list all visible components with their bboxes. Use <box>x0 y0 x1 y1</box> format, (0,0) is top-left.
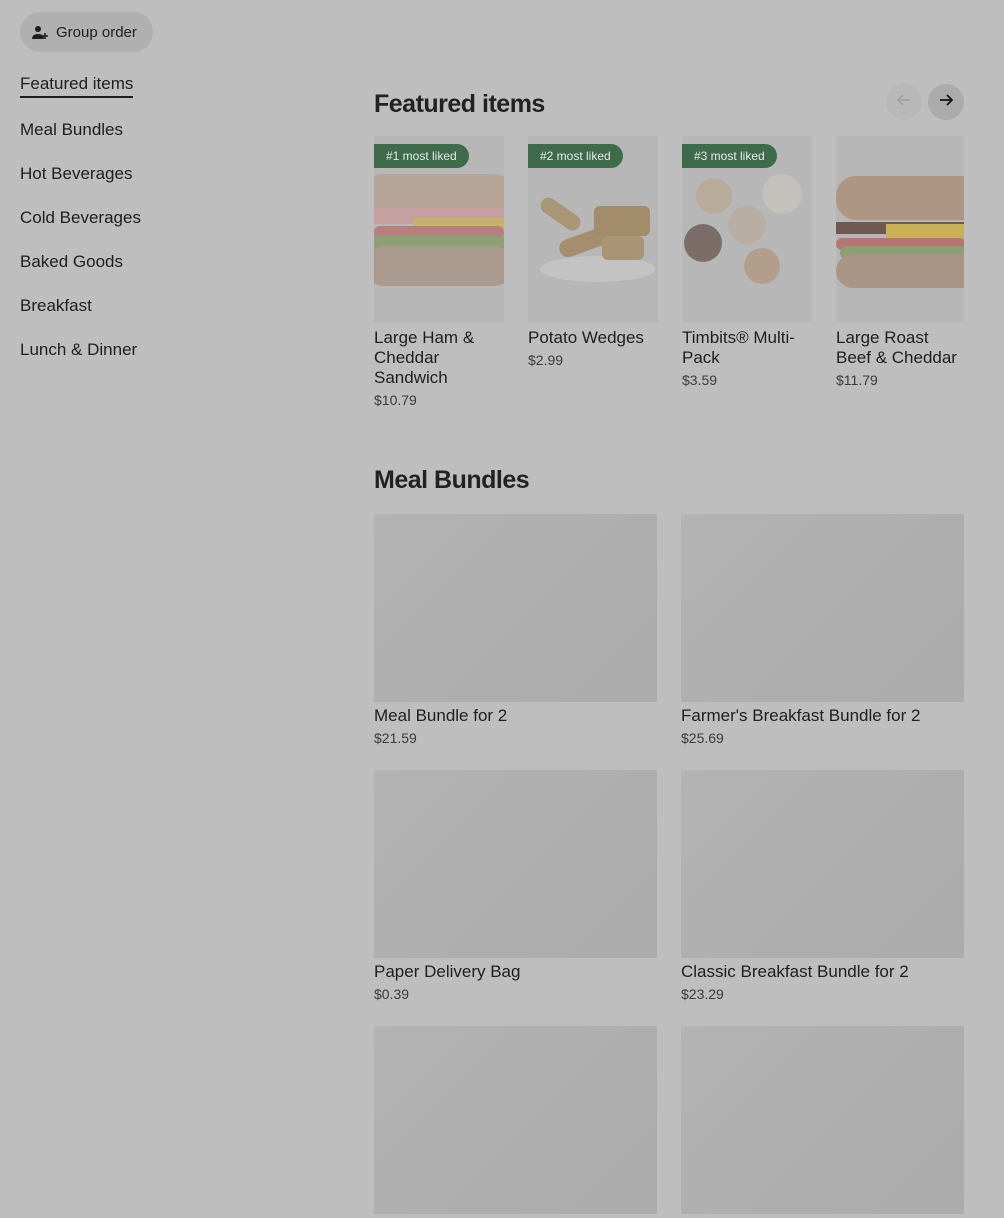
featured-item-card[interactable]: #2 most liked Potato Wedges $2.99 <box>528 136 658 416</box>
featured-section-title: Featured items <box>374 90 545 118</box>
featured-carousel: #1 most liked Large Ham & Cheddar Sandwi… <box>374 136 964 416</box>
sidebar-item-meal-bundles[interactable]: Meal Bundles <box>20 118 123 142</box>
category-sidebar: Featured items Meal Bundles Hot Beverage… <box>20 72 320 382</box>
item-image <box>836 136 964 322</box>
sidebar-item-hot-beverages[interactable]: Hot Beverages <box>20 162 132 186</box>
item-price: $0.39 <box>374 986 410 1002</box>
featured-item-card[interactable]: Large Roast Beef & Cheddar $11.79 <box>836 136 964 416</box>
menu-main: Featured items #1 most liked Large Ham &… <box>374 80 964 1218</box>
item-price: $10.79 <box>374 392 417 408</box>
item-image: #1 most liked <box>374 136 504 322</box>
item-name: Meal Bundle for 2 <box>374 706 508 725</box>
most-liked-badge: #2 most liked <box>528 144 623 168</box>
item-price: $2.99 <box>528 352 564 368</box>
sidebar-item-cold-beverages[interactable]: Cold Beverages <box>20 206 141 230</box>
item-name: Potato Wedges <box>528 328 644 347</box>
featured-item-card[interactable]: #3 most liked Timbits® Multi-Pack $3.59 <box>682 136 812 416</box>
item-image-placeholder <box>681 770 964 958</box>
carousel-controls <box>886 84 964 120</box>
item-price: $3.59 <box>682 372 718 388</box>
most-liked-badge: #1 most liked <box>374 144 469 168</box>
meal-bundle-card[interactable]: Classic Breakfast Bundle for 2 $23.29 <box>681 770 964 1002</box>
item-name: Large Ham & Cheddar Sandwich <box>374 328 475 387</box>
item-image: #3 most liked <box>682 136 812 322</box>
group-order-button[interactable]: Group order <box>20 12 153 52</box>
meal-bundle-card[interactable]: Paper Delivery Bag $0.39 <box>374 770 657 1002</box>
item-price: $23.29 <box>681 986 724 1002</box>
meal-bundle-card[interactable] <box>681 1026 964 1218</box>
item-name: Classic Breakfast Bundle for 2 <box>681 962 909 981</box>
add-person-icon <box>32 24 48 40</box>
arrow-right-icon <box>938 92 954 113</box>
item-name: Timbits® Multi-Pack <box>682 328 795 367</box>
arrow-left-icon <box>896 92 912 113</box>
item-name: Large Roast Beef & Cheddar <box>836 328 957 367</box>
sidebar-item-lunch-dinner[interactable]: Lunch & Dinner <box>20 338 137 362</box>
item-image: #2 most liked <box>528 136 658 322</box>
item-name: Farmer's Breakfast Bundle for 2 <box>681 706 921 725</box>
group-order-label: Group order <box>56 23 137 41</box>
most-liked-badge: #3 most liked <box>682 144 777 168</box>
item-name: Paper Delivery Bag <box>374 962 521 981</box>
meal-bundle-card[interactable]: Farmer's Breakfast Bundle for 2 $25.69 <box>681 514 964 746</box>
sidebar-item-baked-goods[interactable]: Baked Goods <box>20 250 123 274</box>
sidebar-item-breakfast[interactable]: Breakfast <box>20 294 92 318</box>
item-image-placeholder <box>374 514 657 702</box>
meal-bundle-card[interactable]: Meal Bundle for 2 $21.59 <box>374 514 657 746</box>
meal-bundle-card[interactable] <box>374 1026 657 1218</box>
carousel-prev-button[interactable] <box>886 84 922 120</box>
item-image-placeholder <box>681 1026 964 1214</box>
item-price: $25.69 <box>681 730 724 746</box>
sidebar-item-featured-items[interactable]: Featured items <box>20 72 134 98</box>
item-image-placeholder <box>374 770 657 958</box>
item-image-placeholder <box>374 1026 657 1214</box>
item-price: $21.59 <box>374 730 417 746</box>
meal-bundles-grid: Meal Bundle for 2 $21.59 Farmer's Breakf… <box>374 514 964 1218</box>
meal-bundles-section-title: Meal Bundles <box>374 466 530 494</box>
item-image-placeholder <box>681 514 964 702</box>
featured-item-card[interactable]: #1 most liked Large Ham & Cheddar Sandwi… <box>374 136 504 416</box>
item-price: $11.79 <box>836 372 878 388</box>
carousel-next-button[interactable] <box>928 84 964 120</box>
